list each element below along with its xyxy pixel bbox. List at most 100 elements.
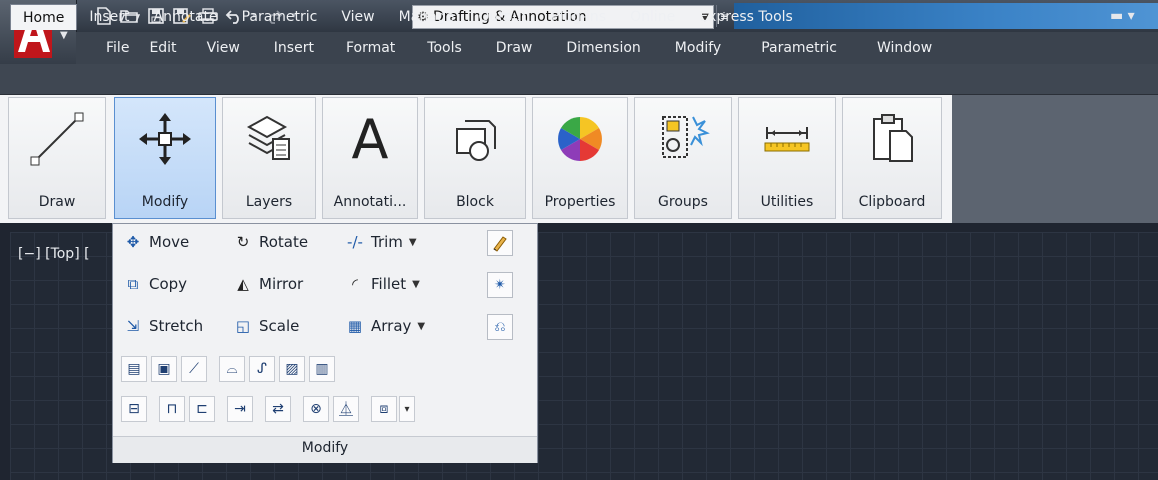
scale-label: Scale <box>259 317 300 335</box>
array-label: Array <box>371 317 412 335</box>
rotate-command[interactable]: ↻ Rotate <box>233 232 308 252</box>
ribbon-tabs: Home Insert Annotate Parametric View Man… <box>10 4 805 30</box>
panel-annotation-label: Annotati... <box>333 194 407 210</box>
array-command[interactable]: ▦ Array ▼ <box>345 316 425 336</box>
ribbon-empty-area <box>952 95 1158 223</box>
trim-command[interactable]: -/- Trim ▼ <box>345 232 417 252</box>
mirror-icon: ◭ <box>237 275 249 293</box>
menu-draw[interactable]: Draw <box>472 40 543 56</box>
join-icon[interactable]: ⇥ <box>227 396 253 422</box>
ribbon-minimize-icon[interactable]: ▬ ▾ <box>1110 8 1135 24</box>
panel-layers[interactable]: Layers <box>222 97 316 219</box>
rotate-icon: ↻ <box>236 233 250 251</box>
tab-parametric[interactable]: Parametric <box>230 4 330 30</box>
mirror-label: Mirror <box>259 275 304 293</box>
copy-command[interactable]: ⧉ Copy <box>123 274 187 294</box>
menu-view[interactable]: View <box>187 40 250 56</box>
ribbon-tab-bar <box>0 64 1158 95</box>
viewport-controls[interactable]: [−] [Top] [ <box>18 246 90 262</box>
fillet-dropdown-icon[interactable]: ▼ <box>412 279 420 290</box>
panel-utilities[interactable]: Utilities <box>738 97 836 219</box>
chamfer-icon[interactable]: ⏅ <box>333 396 359 422</box>
break-at-point-icon[interactable]: ⊏ <box>189 396 215 422</box>
move-command[interactable]: ✥ Move <box>123 232 190 252</box>
trim-label: Trim <box>371 233 403 251</box>
edit-spline-icon[interactable]: ⟋ <box>181 356 207 382</box>
chevron-down-icon: ▼ <box>60 30 68 41</box>
fillet-label: Fillet <box>371 275 407 293</box>
measure-icon <box>739 106 835 172</box>
panel-groups-label: Groups <box>658 194 708 210</box>
scale-command[interactable]: ◱ Scale <box>233 316 299 336</box>
menu-tools[interactable]: Tools <box>405 40 472 56</box>
draw-order-icon[interactable]: ⧈ <box>371 396 397 422</box>
panel-groups[interactable]: Groups <box>634 97 732 219</box>
copy-label: Copy <box>149 275 188 293</box>
menu-dimension[interactable]: Dimension <box>542 40 650 56</box>
modify-panel-expanded: ✥ Move ↻ Rotate -/- Trim ▼ ⧉ Copy ◭ Mirr… <box>112 223 538 463</box>
trim-icon: -/- <box>347 233 363 251</box>
clipboard-icon <box>843 106 941 172</box>
tab-home[interactable]: Home <box>10 4 78 30</box>
panel-block-label: Block <box>456 194 494 210</box>
draw-order-dropdown-icon[interactable]: ▾ <box>399 396 415 422</box>
fillet-icon: ◜ <box>352 275 358 293</box>
lengthen-icon[interactable]: ⌓ <box>219 356 245 382</box>
menu-edit[interactable]: Edit <box>139 40 186 56</box>
edit-array-icon[interactable]: ▥ <box>309 356 335 382</box>
panel-properties[interactable]: Properties <box>532 97 628 219</box>
menu-file[interactable]: File <box>76 40 139 56</box>
overkill-icon[interactable]: ⊗ <box>303 396 329 422</box>
menu-insert[interactable]: Insert <box>250 40 324 56</box>
panel-layers-label: Layers <box>245 194 293 210</box>
trim-dropdown-icon[interactable]: ▼ <box>409 237 417 248</box>
tab-insert[interactable]: Insert <box>77 4 141 30</box>
layers-icon <box>223 106 315 172</box>
tab-express-tools[interactable]: Express Tools <box>687 4 805 30</box>
tab-annotate[interactable]: Annotate <box>142 4 230 30</box>
menu-bar: File Edit View Insert Format Tools Draw … <box>76 32 1158 64</box>
move-icon: ✥ <box>126 233 140 251</box>
blend-curves-icon[interactable]: ᔑ <box>249 356 275 382</box>
array-icon: ▦ <box>347 317 363 335</box>
rotate-label: Rotate <box>259 233 309 251</box>
stretch-label: Stretch <box>149 317 204 335</box>
stretch-command[interactable]: ⇲ Stretch <box>123 316 203 336</box>
fillet-command[interactable]: ◜ Fillet ▼ <box>345 274 420 294</box>
offset-icon[interactable]: ⎌ <box>487 314 513 340</box>
reverse-icon[interactable]: ⇄ <box>265 396 291 422</box>
hatch-edit-icon[interactable]: ▨ <box>279 356 305 382</box>
panel-draw[interactable]: Draw <box>8 97 106 219</box>
menu-parametric[interactable]: Parametric <box>731 40 847 56</box>
tab-plug-ins[interactable]: Plug-ins <box>539 4 618 30</box>
color-wheel-icon <box>533 106 627 172</box>
break-icon[interactable]: ⊓ <box>159 396 185 422</box>
explode-icon[interactable]: ✴ <box>487 272 513 298</box>
menu-modify[interactable]: Modify <box>651 40 731 56</box>
group-icon <box>635 106 731 172</box>
menu-window[interactable]: Window <box>847 40 942 56</box>
panel-clipboard[interactable]: Clipboard <box>842 97 942 219</box>
erase-icon[interactable] <box>487 230 513 256</box>
panel-block[interactable]: Block <box>424 97 526 219</box>
edit-polyline-icon[interactable]: ▤ <box>121 356 147 382</box>
edit-hatch-icon[interactable]: ▣ <box>151 356 177 382</box>
tab-output[interactable]: Output <box>466 4 539 30</box>
scale-icon: ◱ <box>235 317 251 335</box>
align-icon[interactable]: ⊟ <box>121 396 147 422</box>
array-dropdown-icon[interactable]: ▼ <box>417 321 425 332</box>
panel-draw-label: Draw <box>38 194 76 210</box>
line-icon <box>9 106 105 172</box>
text-icon: A <box>351 107 389 171</box>
panel-modify[interactable]: Modify <box>114 97 216 219</box>
panel-annotation[interactable]: A Annotati... <box>322 97 418 219</box>
tab-online[interactable]: Online <box>618 4 687 30</box>
modify-panel-title[interactable]: Modify <box>113 440 537 456</box>
menu-format[interactable]: Format <box>324 40 405 56</box>
panel-utilities-label: Utilities <box>760 194 814 210</box>
panel-properties-label: Properties <box>544 194 616 210</box>
tab-view[interactable]: View <box>329 4 386 30</box>
tab-manage[interactable]: Manage <box>387 4 467 30</box>
stretch-icon: ⇲ <box>126 317 140 335</box>
mirror-command[interactable]: ◭ Mirror <box>233 274 303 294</box>
